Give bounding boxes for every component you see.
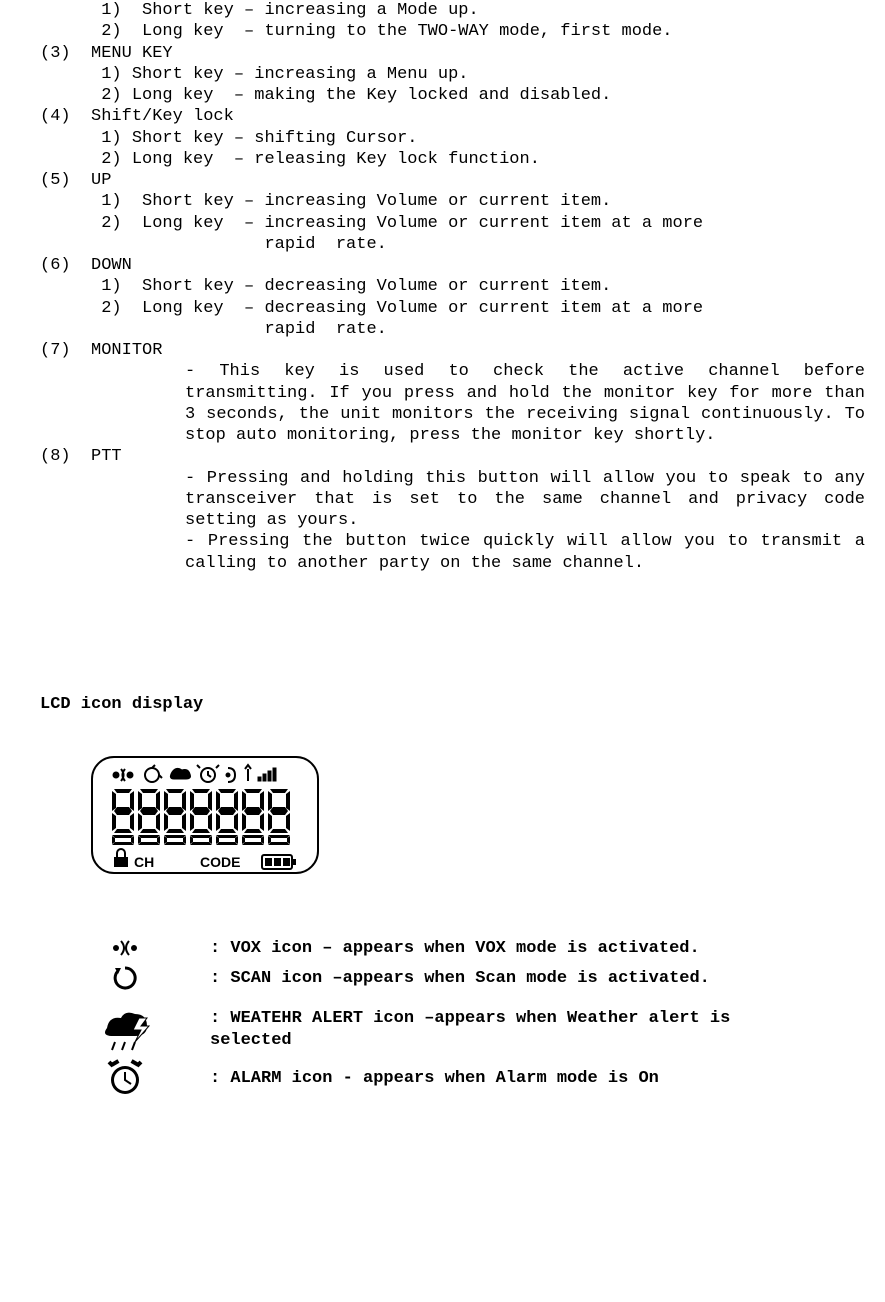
text: (5) UP: [40, 171, 111, 190]
weather-desc-line2: selected: [210, 1030, 865, 1051]
paragraph: - Pressing and holding this button will …: [185, 468, 865, 532]
vox-desc: : VOX icon – appears when VOX mode is ac…: [210, 938, 865, 959]
text: 1) Short key – decreasing Volume or curr…: [101, 277, 611, 296]
weather-desc-line1: : WEATEHR ALERT icon –appears when Weath…: [210, 1008, 865, 1029]
section-head: (5) UP: [40, 170, 865, 191]
section-head: (8) PTT: [40, 446, 865, 467]
text: 2) Long key – making the Key locked and …: [101, 86, 611, 105]
text: 1) Short key – increasing a Mode up.: [101, 1, 478, 20]
vox-icon: [108, 936, 142, 960]
list-item: 2) Long key – turning to the TWO-WAY mod…: [40, 21, 865, 42]
text: (7) MONITOR: [40, 341, 162, 360]
lcd-display-figure: CH CODE: [90, 755, 320, 875]
list-item: rapid rate.: [40, 319, 865, 340]
text: 2) Long key – increasing Volume or curre…: [101, 214, 703, 233]
list-item: rapid rate.: [40, 234, 865, 255]
text: 2) Long key – decreasing Volume or curre…: [101, 299, 703, 318]
list-item: 2) Long key – increasing Volume or curre…: [40, 213, 865, 234]
section-head: (3) MENU KEY: [40, 43, 865, 64]
list-item: 1) Short key – increasing a Menu up.: [40, 64, 865, 85]
paragraph: - Pressing the button twice quickly will…: [185, 531, 865, 574]
text: 2) Long key – turning to the TWO-WAY mod…: [101, 22, 672, 41]
text: rapid rate.: [101, 235, 387, 254]
lcd-svg: CH CODE: [90, 755, 320, 875]
list-item: 2) Long key – releasing Key lock functio…: [40, 149, 865, 170]
text: 2) Long key – releasing Key lock functio…: [101, 150, 540, 169]
scan-icon: [111, 964, 139, 992]
section-head: (6) DOWN: [40, 255, 865, 276]
scan-desc: : SCAN icon –appears when Scan mode is a…: [210, 968, 865, 989]
list-item: 1) Short key – shifting Cursor.: [40, 128, 865, 149]
lcd-ch-label: CH: [134, 854, 154, 870]
heading-lcd-icon-display: LCD icon display: [40, 694, 865, 715]
text: - Pressing the button twice quickly will…: [185, 532, 865, 572]
alarm-icon: [105, 1058, 145, 1098]
text: 1) Short key – shifting Cursor.: [101, 129, 417, 148]
text: (3) MENU KEY: [40, 44, 173, 63]
list-item: 1) Short key – increasing a Mode up.: [40, 0, 865, 21]
list-item: 1) Short key – increasing Volume or curr…: [40, 191, 865, 212]
text: 1) Short key – increasing Volume or curr…: [101, 192, 611, 211]
weather-alert-icon: [97, 1008, 153, 1054]
text: 1) Short key – increasing a Menu up.: [101, 65, 468, 84]
alarm-desc: : ALARM icon - appears when Alarm mode i…: [210, 1068, 865, 1089]
text: - Pressing and holding this button will …: [185, 469, 865, 531]
list-item: 2) Long key – making the Key locked and …: [40, 85, 865, 106]
lcd-code-label: CODE: [200, 854, 240, 870]
text: - This key is used to check the active c…: [185, 362, 865, 445]
text: (8) PTT: [40, 447, 122, 466]
list-item: 1) Short key – decreasing Volume or curr…: [40, 276, 865, 297]
paragraph: - This key is used to check the active c…: [185, 361, 865, 446]
text: (4) Shift/Key lock: [40, 107, 234, 126]
text: rapid rate.: [101, 320, 387, 339]
text: (6) DOWN: [40, 256, 132, 275]
section-head: (7) MONITOR: [40, 340, 865, 361]
section-head: (4) Shift/Key lock: [40, 106, 865, 127]
list-item: 2) Long key – decreasing Volume or curre…: [40, 298, 865, 319]
